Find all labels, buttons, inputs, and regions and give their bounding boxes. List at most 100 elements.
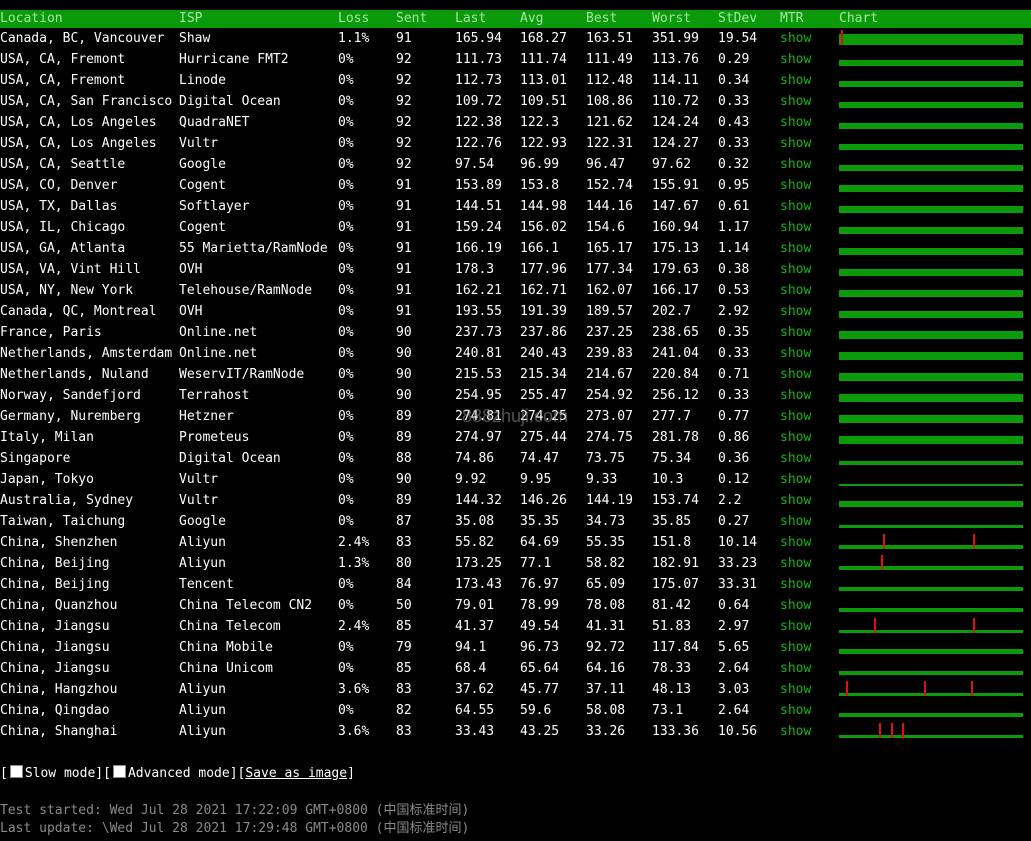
latency-sparkline <box>839 436 1023 444</box>
advanced-mode-label[interactable]: Advanced mode <box>128 766 230 781</box>
cell-avg: 64.69 <box>520 535 560 550</box>
cell-mtr[interactable]: show <box>780 91 839 112</box>
cell-sent: 88 <box>396 451 412 466</box>
cell-stdev: 0.53 <box>718 283 750 298</box>
latency-bar <box>839 165 1023 171</box>
cell-mtr[interactable]: show <box>780 721 839 742</box>
cell-sent: 83 <box>396 724 412 739</box>
cell-mtr[interactable]: show <box>780 490 839 511</box>
header-worst[interactable]: Worst <box>652 10 718 28</box>
cell-isp: Telehouse/RamNode <box>179 283 313 298</box>
cell-mtr[interactable]: show <box>780 616 839 637</box>
cell-worst: 277.7 <box>652 409 692 424</box>
latency-sparkline <box>839 681 1023 696</box>
header-stdev[interactable]: StDev <box>718 10 780 28</box>
header-isp[interactable]: ISP <box>179 10 338 28</box>
latency-bar <box>839 311 1023 318</box>
cell-loss: 0% <box>338 514 354 529</box>
cell-avg: 237.86 <box>520 325 567 340</box>
cell-sent: 91 <box>396 283 412 298</box>
cell-mtr[interactable]: show <box>780 679 839 700</box>
cell-mtr[interactable]: show <box>780 154 839 175</box>
cell-worst: 281.78 <box>652 430 699 445</box>
cell-mtr[interactable]: show <box>780 574 839 595</box>
table-row: China, Quanzhou China Telecom CN2 0% 50 79.0… <box>0 595 1031 616</box>
cell-mtr[interactable]: show <box>780 196 839 217</box>
cell-best: 237.25 <box>586 325 633 340</box>
cell-mtr[interactable]: show <box>780 49 839 70</box>
cell-mtr[interactable]: show <box>780 700 839 721</box>
cell-best: 121.62 <box>586 115 633 130</box>
advanced-mode-checkbox[interactable] <box>112 765 126 778</box>
cell-isp: China Mobile <box>179 640 273 655</box>
cell-worst: 179.63 <box>652 262 699 277</box>
cell-mtr[interactable]: show <box>780 343 839 364</box>
cell-best: 177.34 <box>586 262 633 277</box>
cell-last: 144.51 <box>455 199 502 214</box>
latency-sparkline <box>839 30 1023 45</box>
cell-mtr[interactable]: show <box>780 70 839 91</box>
latency-sparkline <box>839 608 1023 612</box>
header-avg[interactable]: Avg <box>520 10 586 28</box>
table-row: USA, CA, Seattle Google 0% 92 97.54 96.99 96.4… <box>0 154 1031 175</box>
header-sent[interactable]: Sent <box>396 10 455 28</box>
slow-mode-checkbox[interactable] <box>9 765 23 778</box>
cell-stdev: 0.33 <box>718 94 750 109</box>
cell-mtr[interactable]: show <box>780 595 839 616</box>
cell-chart <box>839 448 1031 469</box>
cell-mtr[interactable]: show <box>780 448 839 469</box>
cell-location: China, Jiangsu <box>0 661 110 676</box>
cell-mtr[interactable]: show <box>780 364 839 385</box>
cell-worst: 147.67 <box>652 199 699 214</box>
cell-sent: 92 <box>396 136 412 151</box>
cell-loss: 0% <box>338 73 354 88</box>
latency-sparkline <box>839 227 1023 234</box>
cell-sent: 90 <box>396 472 412 487</box>
table-row: USA, IL, Chicago Cogent 0% 91 159.24 156.02 15… <box>0 217 1031 238</box>
cell-mtr[interactable]: show <box>780 385 839 406</box>
cell-mtr[interactable]: show <box>780 511 839 532</box>
cell-mtr[interactable]: show <box>780 469 839 490</box>
cell-mtr[interactable]: show <box>780 259 839 280</box>
latency-bar <box>839 60 1023 66</box>
cell-stdev: 10.14 <box>718 535 758 550</box>
cell-isp: Aliyun <box>179 535 226 550</box>
cell-chart <box>839 112 1031 133</box>
cell-mtr[interactable]: show <box>780 637 839 658</box>
cell-mtr[interactable]: show <box>780 406 839 427</box>
cell-mtr[interactable]: show <box>780 133 839 154</box>
latency-bar <box>839 545 1023 549</box>
cell-mtr[interactable]: show <box>780 532 839 553</box>
cell-mtr[interactable]: show <box>780 238 839 259</box>
cell-best: 274.75 <box>586 430 633 445</box>
cell-mtr[interactable]: show <box>780 553 839 574</box>
cell-mtr[interactable]: show <box>780 175 839 196</box>
cell-mtr[interactable]: show <box>780 280 839 301</box>
cell-loss: 0% <box>338 388 354 403</box>
slow-mode-label[interactable]: Slow mode <box>25 766 95 781</box>
cell-mtr[interactable]: show <box>780 427 839 448</box>
cell-chart <box>839 427 1031 448</box>
cell-mtr[interactable]: show <box>780 28 839 49</box>
cell-mtr[interactable]: show <box>780 217 839 238</box>
cell-location: USA, TX, Dallas <box>0 199 118 214</box>
header-best[interactable]: Best <box>586 10 652 28</box>
header-last[interactable]: Last <box>455 10 520 28</box>
cell-mtr[interactable]: show <box>780 112 839 133</box>
cell-mtr[interactable]: show <box>780 658 839 679</box>
cell-stdev: 0.77 <box>718 409 750 424</box>
cell-best: 65.09 <box>586 577 626 592</box>
latency-bar <box>839 227 1023 234</box>
cell-sent: 84 <box>396 577 412 592</box>
header-location[interactable]: Location <box>0 10 179 28</box>
cell-isp: Aliyun <box>179 703 226 718</box>
latency-bar <box>839 81 1023 87</box>
cell-mtr[interactable]: show <box>780 301 839 322</box>
latency-sparkline <box>839 60 1023 66</box>
save-as-image-link[interactable]: Save as image <box>245 766 347 781</box>
cell-mtr[interactable]: show <box>780 322 839 343</box>
cell-chart <box>839 406 1031 427</box>
header-loss[interactable]: Loss <box>338 10 396 28</box>
cell-sent: 91 <box>396 304 412 319</box>
cell-isp: China Telecom CN2 <box>179 598 313 613</box>
